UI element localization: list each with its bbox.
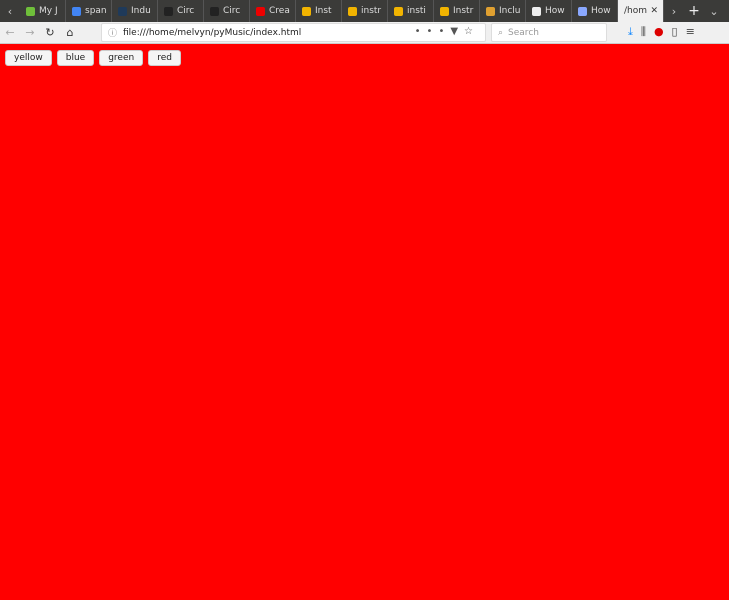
tab-scroll-left-icon[interactable]: ‹ — [0, 5, 20, 18]
tab[interactable]: Crea — [250, 0, 296, 22]
tab[interactable]: Circ — [204, 0, 250, 22]
tab-label: My J — [39, 6, 58, 16]
tab[interactable]: Inst — [296, 0, 342, 22]
tab[interactable]: Circ — [158, 0, 204, 22]
sidebar-icon[interactable]: ▯ — [672, 25, 678, 39]
search-input[interactable]: ⌕ Search — [491, 23, 607, 42]
favicon-icon — [578, 6, 587, 16]
favicon-icon — [256, 6, 265, 16]
tab-label: Inst — [315, 6, 332, 16]
tab-label: Circ — [223, 6, 241, 16]
tab-label: How — [591, 6, 611, 16]
tab[interactable]: How — [572, 0, 618, 22]
tab-label: Indu — [131, 6, 151, 16]
tab[interactable]: My J — [20, 0, 66, 22]
favicon-icon — [210, 6, 219, 16]
home-icon[interactable]: ⌂ — [60, 26, 80, 39]
tab-label: Inclu — [499, 6, 521, 16]
color-buttons: yellow blue green red — [5, 50, 181, 66]
info-icon[interactable]: ⓘ — [108, 26, 117, 39]
tab[interactable]: Indu — [112, 0, 158, 22]
tab-label: instr — [361, 6, 382, 16]
favicon-icon — [486, 6, 495, 16]
tab-label: span — [85, 6, 107, 16]
close-icon[interactable]: ✕ — [650, 6, 658, 16]
tab-label: How — [545, 6, 565, 16]
favicon-icon — [26, 6, 35, 16]
tab-label: /hom — [624, 6, 648, 16]
forward-icon[interactable]: → — [20, 26, 40, 39]
favicon-icon — [118, 6, 127, 16]
favicon-icon — [72, 6, 81, 16]
red-button[interactable]: red — [148, 50, 181, 66]
nav-toolbar: ← → ↻ ⌂ ⓘ file:///home/melvyn/pyMusic/in… — [0, 22, 729, 44]
back-icon[interactable]: ← — [0, 26, 20, 39]
download-icon[interactable]: ⤓ — [628, 25, 633, 39]
page-actions-icon[interactable]: •••▼☆ — [415, 26, 479, 37]
new-tab-icon[interactable]: + — [684, 3, 704, 19]
tab-scroll-right-icon[interactable]: › — [664, 5, 684, 18]
favicon-icon — [348, 6, 357, 16]
reload-icon[interactable]: ↻ — [40, 26, 60, 39]
menu-icon[interactable]: ≡ — [686, 25, 695, 39]
search-icon: ⌕ — [498, 27, 504, 38]
tab-label: Circ — [177, 6, 195, 16]
tab-bar: ‹ My J span Indu Circ Circ Crea Inst instr insti… — [0, 0, 729, 22]
url-bar[interactable]: ⓘ file:///home/melvyn/pyMusic/index.html… — [101, 23, 486, 42]
favicon-icon — [164, 6, 173, 16]
library-icon[interactable]: ⫼ — [641, 25, 646, 39]
tab[interactable]: Instr — [434, 0, 480, 22]
tab[interactable]: Inclu — [480, 0, 526, 22]
tab-label: Crea — [269, 6, 290, 16]
yellow-button[interactable]: yellow — [5, 50, 52, 66]
tab-list-chevron-down-icon[interactable]: ⌄ — [704, 5, 724, 18]
favicon-icon — [440, 6, 449, 16]
adblock-icon[interactable]: ● — [654, 25, 664, 39]
blue-button[interactable]: blue — [56, 50, 95, 66]
search-placeholder: Search — [508, 27, 539, 38]
tab-active[interactable]: /hom ✕ — [618, 0, 664, 22]
favicon-icon — [302, 6, 311, 16]
green-button[interactable]: green — [99, 50, 144, 66]
url-text: file:///home/melvyn/pyMusic/index.html — [123, 27, 302, 38]
favicon-icon — [394, 6, 403, 16]
tab[interactable]: How — [526, 0, 572, 22]
favicon-icon — [532, 6, 541, 16]
tab-label: Instr — [453, 6, 474, 16]
tab-label: insti — [407, 6, 426, 16]
tab[interactable]: insti — [388, 0, 434, 22]
tab[interactable]: span — [66, 0, 112, 22]
tab[interactable]: instr — [342, 0, 388, 22]
